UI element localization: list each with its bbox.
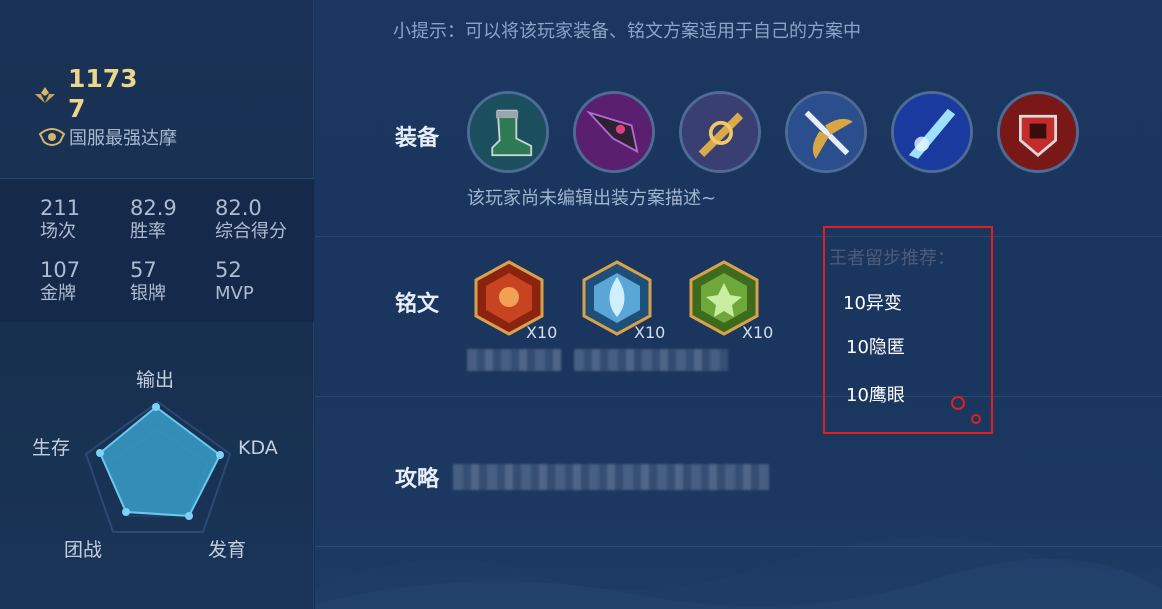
- rune-count: X10: [526, 323, 558, 342]
- radar-label-teamfight: 团战: [64, 539, 102, 561]
- player-score: 1173 7: [68, 64, 138, 123]
- equipment-description: 该玩家尚未编辑出装方案描述~: [467, 188, 717, 209]
- stat-value: 107: [40, 258, 81, 282]
- stat-gold-medals: 107 金牌: [40, 257, 140, 305]
- radar-area: [98, 405, 222, 518]
- stat-value: 52: [215, 258, 242, 282]
- ice-blade-item-icon[interactable]: [891, 91, 973, 173]
- rank-title: 国服最强达摩: [69, 128, 177, 149]
- stat-label: MVP: [215, 283, 254, 304]
- radar-point: [122, 508, 130, 516]
- stat-value: 82.0: [215, 196, 262, 220]
- background-mountains: [315, 537, 1162, 609]
- recommendation-item: 10鹰眼: [846, 385, 905, 406]
- stats-grid: 211 场次 82.9 胜率 82.0 综合得分 107 金牌 57 银牌 52…: [0, 179, 314, 322]
- radar-label-output: 输出: [136, 369, 174, 391]
- stat-label: 综合得分: [215, 221, 287, 242]
- rune-count: X10: [634, 323, 666, 342]
- rank-title-row: 国服最强达摩: [38, 124, 177, 150]
- rank-badge-icon: [38, 128, 66, 146]
- strategy-label: 攻略: [395, 467, 440, 492]
- stat-label: 场次: [40, 221, 76, 242]
- radar-point: [152, 403, 160, 411]
- recommendation-title: 王者留步推荐：: [829, 248, 955, 269]
- golden-blade-item-icon[interactable]: [679, 91, 761, 173]
- build-details-panel: 小提示：可以将该玩家装备、铭文方案适用于自己的方案中 装备 该玩家尚未编辑出装方…: [315, 0, 1162, 609]
- stat-matches: 211 场次: [40, 195, 140, 243]
- recommendation-box: 王者留步推荐： 10异变 10隐匿 10鹰眼: [823, 226, 993, 434]
- stat-score: 82.0 综合得分: [215, 195, 315, 243]
- radar-point: [96, 449, 104, 457]
- blurred-strategy-text: [453, 464, 769, 490]
- stat-label: 金牌: [40, 283, 76, 304]
- annotation-circle: [971, 414, 981, 424]
- radar-label-survival: 生存: [32, 437, 70, 459]
- player-summary-panel: 1173 7 国服最强达摩 211 场次 82.9 胜率 82.0 综合得分 1…: [0, 0, 314, 609]
- diamond-score-icon: [35, 87, 55, 103]
- divider: [315, 236, 1162, 237]
- recommendation-item: 10异变: [843, 293, 902, 314]
- blurred-rune-name: [574, 349, 728, 371]
- stat-value: 211: [40, 196, 81, 220]
- radar-label-growth: 发育: [208, 539, 246, 561]
- ability-radar-chart: 输出 KDA 发育 团战 生存: [32, 369, 278, 561]
- dark-axe-item-icon[interactable]: [573, 91, 655, 173]
- rune-label: 铭文: [395, 292, 440, 317]
- winged-sword-item-icon[interactable]: [785, 91, 867, 173]
- blurred-rune-name: [467, 349, 561, 371]
- red-armor-item-icon[interactable]: [997, 91, 1079, 173]
- stat-mvp: 52 MVP: [215, 257, 315, 305]
- boots-item-icon[interactable]: [467, 91, 549, 173]
- divider: [315, 396, 1162, 397]
- annotation-circle: [951, 396, 965, 410]
- radar-point: [185, 512, 193, 520]
- tip-text: 小提示：可以将该玩家装备、铭文方案适用于自己的方案中: [393, 21, 861, 42]
- hero-build-screen: 1173 7 国服最强达摩 211 场次 82.9 胜率 82.0 综合得分 1…: [0, 0, 1162, 609]
- radar-point: [216, 451, 224, 459]
- divider: [315, 546, 1162, 547]
- radar-label-kda: KDA: [238, 437, 278, 459]
- equipment-label: 装备: [395, 126, 440, 151]
- recommendation-item: 10隐匿: [846, 337, 905, 358]
- rune-count: X10: [742, 323, 774, 342]
